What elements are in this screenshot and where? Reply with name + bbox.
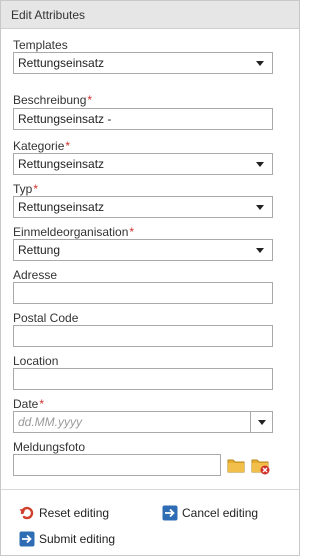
postal-code-label: Postal Code (13, 311, 78, 325)
undo-icon (19, 505, 35, 521)
folder-icon[interactable] (227, 457, 247, 477)
date-field[interactable]: dd.MM.yyyy (13, 411, 251, 433)
beschreibung-field[interactable]: Rettungseinsatz - (13, 108, 273, 130)
einmeldeorganisation-select[interactable]: Rettung (13, 239, 273, 261)
required-mark: * (65, 139, 71, 153)
kategorie-label-text: Kategorie (13, 139, 65, 153)
postal-code-field[interactable] (13, 325, 273, 347)
beschreibung-label-text: Beschreibung (13, 93, 87, 107)
beschreibung-label: Beschreibung* (13, 93, 92, 107)
reset-editing-label: Reset editing (39, 506, 110, 520)
templates-label-text: Templates (13, 38, 68, 52)
required-mark: * (87, 93, 93, 107)
required-mark: * (39, 397, 45, 411)
required-mark: * (33, 182, 39, 196)
edit-attributes-panel: Edit Attributes Templates Rettungseinsat… (0, 0, 300, 556)
required-mark: * (129, 225, 135, 239)
postal-code-label-text: Postal Code (13, 311, 79, 325)
kategorie-select-value: Rettungseinsatz (18, 157, 105, 171)
location-field[interactable] (13, 368, 273, 390)
adresse-label-text: Adresse (13, 268, 58, 282)
chevron-down-icon (256, 162, 264, 167)
adresse-label: Adresse (13, 268, 57, 282)
typ-select[interactable]: Rettungseinsatz (13, 196, 273, 218)
cancel-editing-label: Cancel editing (182, 506, 259, 520)
typ-label: Typ* (13, 182, 38, 196)
date-label-text: Date (13, 397, 39, 411)
chevron-down-icon (256, 205, 264, 210)
cancel-editing-button[interactable]: Cancel editing (162, 505, 272, 523)
panel-title: Edit Attributes (11, 8, 86, 22)
typ-label-text: Typ (13, 182, 33, 196)
divider (1, 489, 299, 490)
meldungsfoto-label-text: Meldungsfoto (13, 440, 86, 454)
reset-editing-button[interactable]: Reset editing (19, 505, 129, 523)
meldungsfoto-label: Meldungsfoto (13, 440, 85, 454)
location-label-text: Location (13, 354, 59, 368)
templates-label: Templates (13, 38, 68, 52)
einmeldeorganisation-select-value: Rettung (18, 243, 61, 257)
templates-select[interactable]: Rettungseinsatz (13, 52, 273, 74)
arrow-right-icon (162, 505, 178, 521)
typ-select-value: Rettungseinsatz (18, 200, 105, 214)
date-label: Date* (13, 397, 44, 411)
panel-header: Edit Attributes (1, 1, 299, 29)
adresse-field[interactable] (13, 282, 273, 304)
kategorie-label: Kategorie* (13, 139, 70, 153)
arrow-right-icon (19, 531, 35, 547)
kategorie-select[interactable]: Rettungseinsatz (13, 153, 273, 175)
date-picker-button[interactable] (251, 411, 273, 433)
location-label: Location (13, 354, 58, 368)
submit-editing-button[interactable]: Submit editing (19, 531, 129, 549)
chevron-down-icon (256, 248, 264, 253)
templates-select-value: Rettungseinsatz (18, 56, 105, 70)
submit-editing-label: Submit editing (39, 532, 116, 546)
meldungsfoto-field[interactable] (13, 454, 221, 476)
chevron-down-icon (258, 420, 266, 425)
chevron-down-icon (256, 61, 264, 66)
folder-remove-icon[interactable] (251, 457, 271, 477)
einmeldeorganisation-label-text: Einmeldeorganisation (13, 225, 129, 239)
einmeldeorganisation-label: Einmeldeorganisation* (13, 225, 134, 239)
